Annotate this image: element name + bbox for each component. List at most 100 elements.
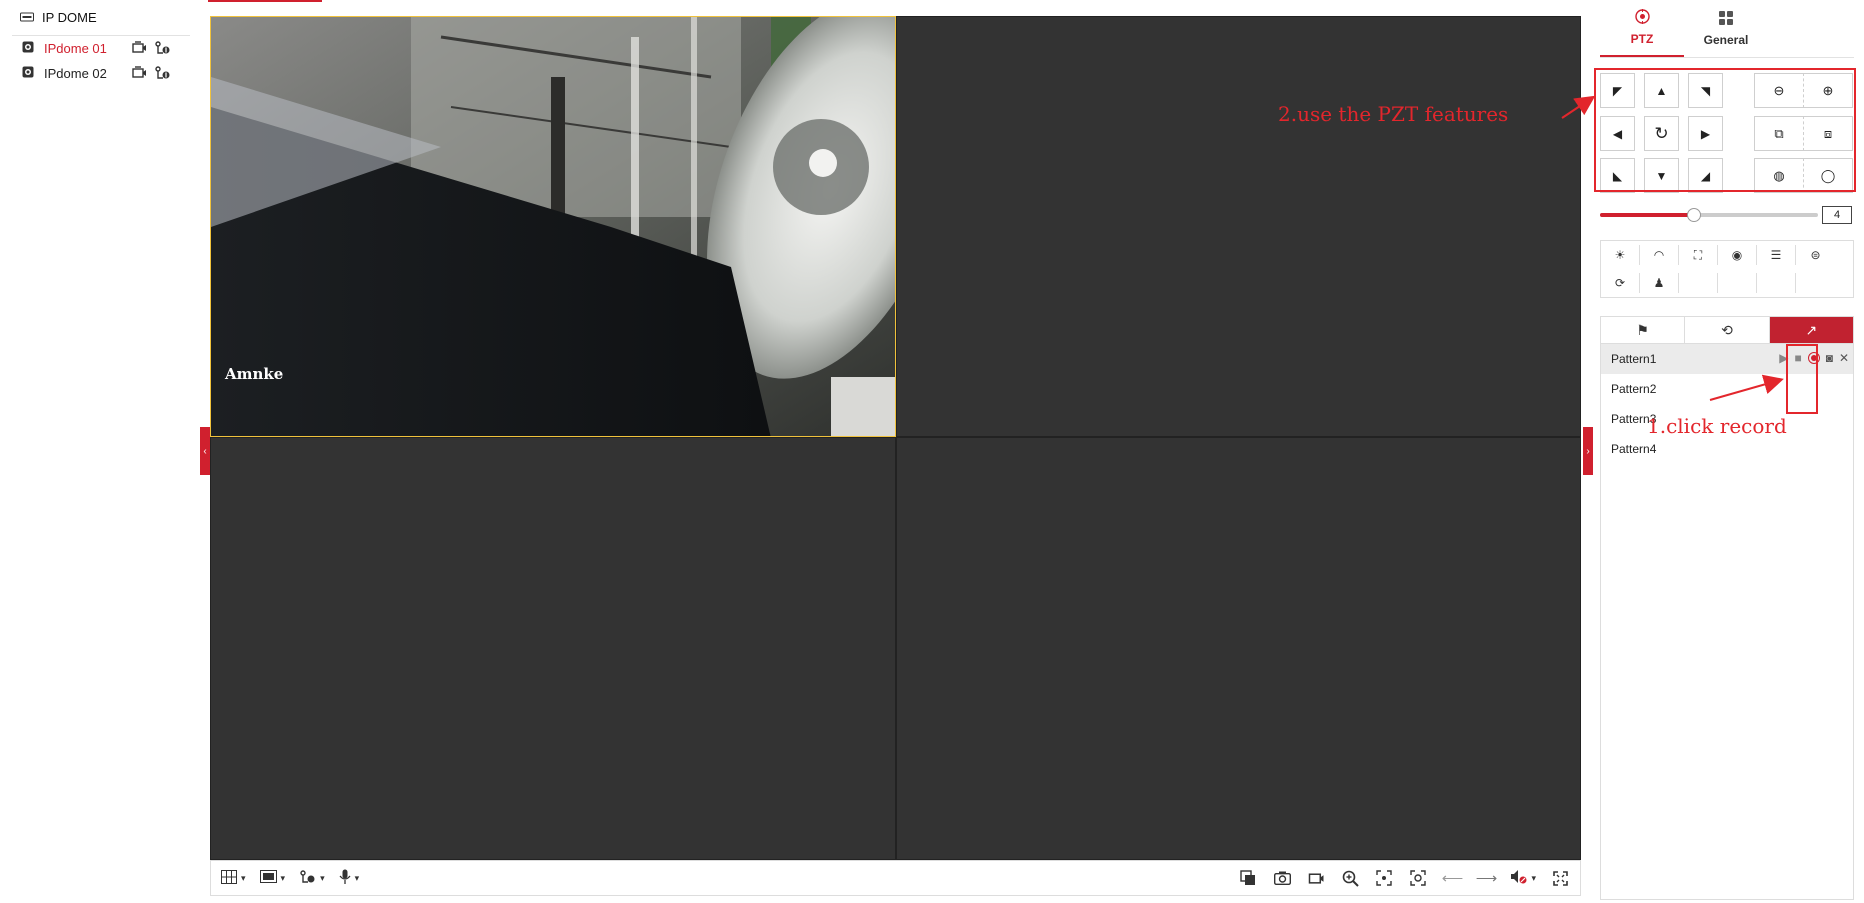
camera-dome-icon — [22, 66, 34, 81]
device-label: IPdome 01 — [44, 41, 107, 56]
stop-all-preview-icon[interactable] — [1238, 868, 1258, 888]
tree-item-ipdome-02[interactable]: IPdome 02 — [12, 61, 190, 86]
wiper-button[interactable]: ◠ — [1640, 245, 1679, 265]
microphone-icon — [339, 869, 351, 887]
volume-button[interactable]: ▾ — [1510, 869, 1536, 887]
camera-dome-icon — [22, 41, 34, 56]
annotation-record-box — [1786, 344, 1818, 414]
video-pane-4[interactable] — [896, 437, 1581, 860]
camera-feed-image — [211, 17, 895, 436]
panel-tabs: PTZ General — [1600, 0, 1854, 58]
pattern-label: Pattern2 — [1611, 382, 1657, 396]
tab-patterns[interactable]: ↗ — [1769, 317, 1853, 343]
chevron-right-icon: › — [1586, 445, 1590, 457]
ptz-icon — [299, 869, 316, 887]
caret-down-icon: ▾ — [241, 872, 246, 883]
wiper-icon: ◠ — [1653, 248, 1665, 262]
chevron-left-icon: ‹ — [203, 445, 207, 457]
nvr-icon — [20, 10, 34, 25]
preset-tabs: ⚑ ⟲ ↗ — [1600, 316, 1854, 344]
menu-lines-icon: ☰ — [1770, 248, 1782, 262]
ptz-target-icon — [1634, 9, 1650, 27]
annotation-ptz-text: 2.use the PZT features — [1278, 102, 1509, 126]
empty-function-cell — [1679, 273, 1718, 293]
grid-four-icon — [1719, 10, 1733, 28]
pattern-label: Pattern1 — [1611, 352, 1657, 366]
3d-zoom-icon: ⊜ — [1810, 248, 1821, 262]
tree-root[interactable]: IP DOME — [12, 0, 190, 36]
speed-fill — [1600, 213, 1694, 217]
empty-function-cell — [1796, 273, 1835, 293]
3d-positioning-button[interactable]: ⊜ — [1796, 245, 1835, 265]
camera-capture-icon[interactable] — [1272, 868, 1292, 888]
live-view-toolbar: ▾ ▾ ▾ ▾ ⟵ ⟶ ▾ — [210, 860, 1581, 896]
focus-frame-icon[interactable] — [1374, 868, 1394, 888]
annotation-record-text: 1.click record — [1647, 414, 1787, 438]
active-menu-indicator — [208, 0, 322, 2]
video-pane-1[interactable]: Amnke — [210, 16, 896, 437]
tab-label: General — [1703, 32, 1749, 47]
tab-label: PTZ — [1630, 32, 1654, 46]
caret-down-icon: ▾ — [1531, 872, 1536, 883]
ptz-device-icon[interactable] — [155, 41, 170, 58]
live-view-grid: Amnke — [210, 16, 1581, 860]
pattern-item[interactable]: Pattern4 — [1601, 434, 1853, 464]
ptz-device-icon[interactable] — [155, 66, 170, 83]
pattern-trend-icon: ↗ — [1805, 321, 1818, 338]
speed-value: 4 — [1822, 206, 1852, 224]
tab-presets[interactable]: ⚑ — [1601, 317, 1686, 343]
ptz-control-button[interactable]: ▾ — [299, 869, 325, 887]
collapse-right-panel-button[interactable]: › — [1583, 427, 1593, 475]
arrow-left-icon[interactable]: ⟵ — [1442, 868, 1464, 888]
record-device-icon[interactable] — [132, 41, 147, 58]
caret-down-icon: ▾ — [320, 872, 325, 883]
record-device-icon[interactable] — [132, 66, 147, 83]
arrow-right-icon[interactable]: ⟶ — [1476, 868, 1498, 888]
app-root: IP DOME IPdome 01 IPdome 02 Amnke ‹ › ▾ … — [0, 0, 1864, 903]
lens-init-button[interactable]: ◉ — [1718, 245, 1757, 265]
empty-function-cell — [1757, 273, 1796, 293]
focus-square-icon: ⛶ — [1693, 247, 1703, 262]
tree-item-ipdome-01[interactable]: IPdome 01 — [12, 36, 190, 61]
annotation-ptz-box — [1594, 68, 1856, 192]
digital-zoom-icon[interactable] — [1340, 868, 1360, 888]
caret-down-icon: ▾ — [354, 872, 360, 883]
speaker-muted-icon — [1510, 869, 1527, 887]
cycle-icon: ⟲ — [1721, 321, 1733, 338]
video-pane-3[interactable] — [210, 437, 896, 860]
sync-icon: ⟳ — [1614, 276, 1626, 290]
ptz-speed-slider[interactable]: 4 — [1600, 206, 1854, 224]
tab-general[interactable]: General — [1684, 0, 1768, 57]
caret-down-icon: ▾ — [280, 872, 286, 883]
speed-track[interactable] — [1600, 208, 1818, 222]
device-tree: IP DOME IPdome 01 IPdome 02 — [12, 0, 190, 86]
tree-root-label: IP DOME — [42, 10, 97, 25]
person-icon: ♟ — [1653, 276, 1665, 290]
close-icon[interactable]: ✕ — [1839, 351, 1849, 365]
window-division-button[interactable]: ▾ — [221, 869, 246, 887]
menu-button[interactable]: ☰ — [1757, 245, 1796, 265]
device-label: IPdome 02 — [44, 66, 107, 81]
tab-patrols[interactable]: ⟲ — [1685, 317, 1770, 343]
speed-thumb[interactable] — [1686, 208, 1701, 222]
manual-tracking-button[interactable]: ⟳ — [1601, 273, 1640, 293]
osd-channel-name: Amnke — [225, 365, 284, 383]
grid-layout-icon — [221, 869, 237, 887]
fullscreen-icon[interactable] — [1550, 868, 1570, 888]
two-way-audio-button[interactable]: ▾ — [339, 869, 360, 887]
one-touch-park-button[interactable]: ♟ — [1640, 273, 1679, 293]
stream-type-button[interactable]: ▾ — [259, 870, 286, 886]
ptz-function-grid: ☀ ◠ ⛶ ◉ ☰ ⊜ ⟳ ♟ — [1600, 240, 1854, 298]
monitor-icon — [259, 870, 277, 886]
light-button[interactable]: ☀ — [1601, 245, 1640, 265]
record-clip-icon[interactable] — [1306, 868, 1326, 888]
lens-init-icon: ◉ — [1731, 248, 1743, 262]
empty-function-cell — [1718, 273, 1757, 293]
light-bulb-icon: ☀ — [1614, 248, 1626, 262]
auxiliary-focus-button[interactable]: ⛶ — [1679, 245, 1718, 265]
video-pane-2[interactable] — [896, 16, 1581, 437]
record-stop-icon[interactable]: ◙ — [1826, 351, 1833, 365]
tab-ptz[interactable]: PTZ — [1600, 0, 1684, 57]
collapse-left-panel-button[interactable]: ‹ — [200, 427, 210, 475]
regional-focus-icon[interactable] — [1408, 868, 1428, 888]
